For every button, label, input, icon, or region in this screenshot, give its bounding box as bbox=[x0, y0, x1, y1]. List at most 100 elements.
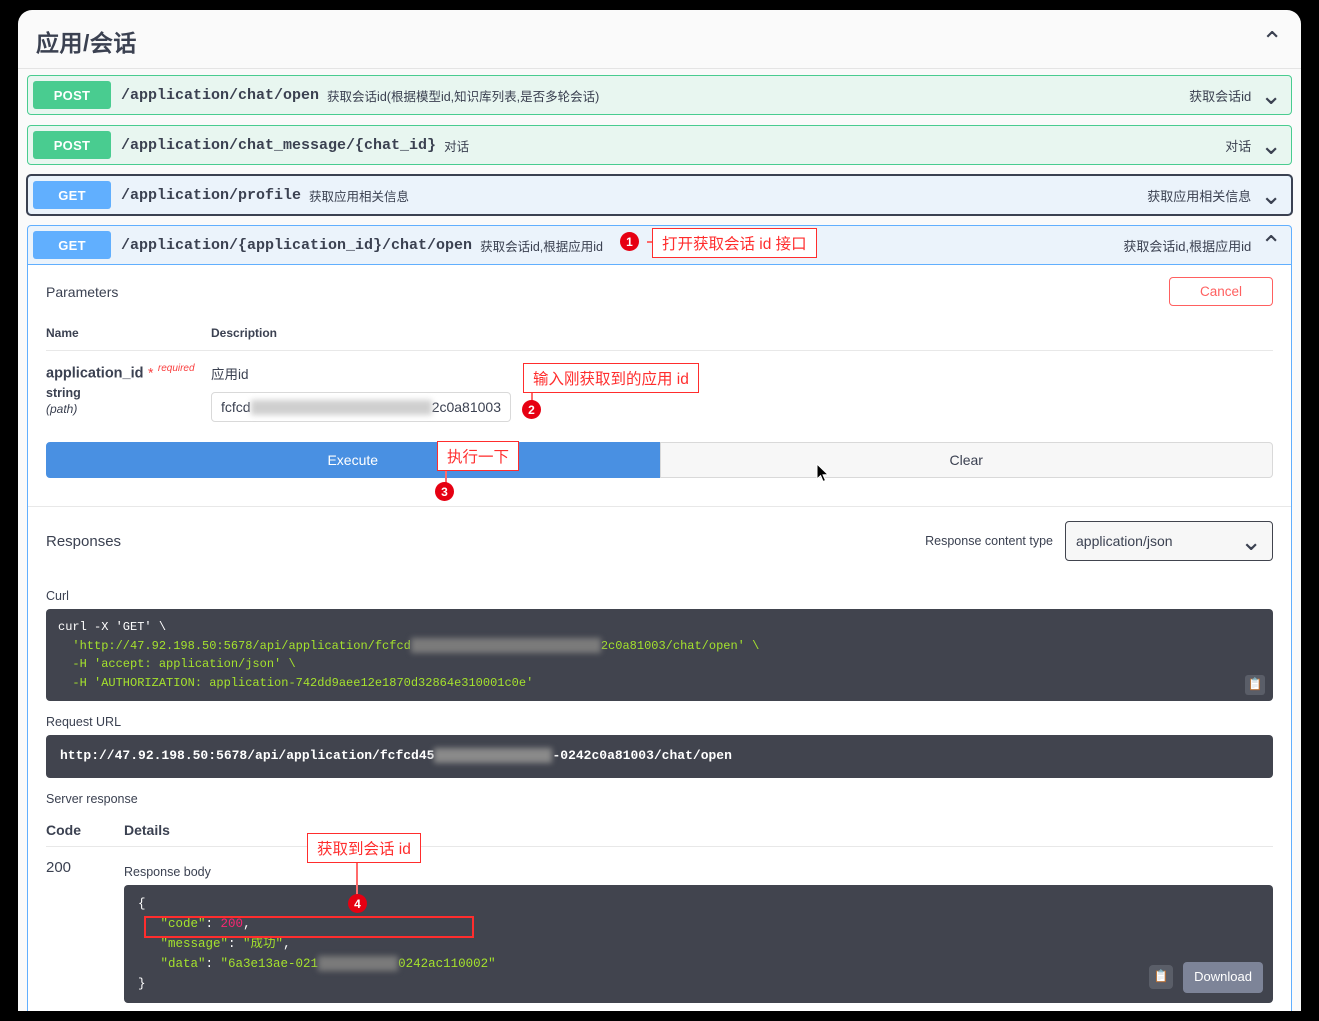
request-url-suffix: -0242c0a81003/chat/open bbox=[552, 748, 731, 763]
json-message-value: "成功" bbox=[243, 937, 283, 951]
parameters-table-header: Name Description bbox=[46, 318, 1273, 351]
swagger-ui-panel: 应用/会话 POST /application/chat/open 获取会话id… bbox=[18, 10, 1301, 1011]
json-open-brace: { bbox=[138, 897, 146, 911]
operation-right-label: 获取会话id bbox=[1189, 86, 1251, 105]
method-badge: POST bbox=[33, 131, 111, 159]
chevron-up-icon[interactable] bbox=[1260, 232, 1282, 258]
operation-path: /application/profile bbox=[121, 187, 301, 204]
operation-right-label: 对话 bbox=[1225, 136, 1251, 155]
operations-list: POST /application/chat/open 获取会话id(根据模型i… bbox=[18, 69, 1301, 1011]
operation-path: /application/{application_id}/chat/open bbox=[121, 237, 472, 254]
annotation-label-3: 执行一下 bbox=[437, 441, 519, 471]
curl-line-1: curl -X 'GET' \ bbox=[58, 620, 166, 634]
column-header-details: Details bbox=[124, 822, 170, 838]
copy-curl-button[interactable]: 📋 bbox=[1245, 675, 1265, 695]
parameter-type: string bbox=[46, 386, 211, 400]
annotation-bullet-1: 1 bbox=[620, 232, 639, 251]
operation-row-post-chat-message[interactable]: POST /application/chat_message/{chat_id}… bbox=[27, 125, 1292, 165]
operation-right-label: 获取应用相关信息 bbox=[1147, 186, 1251, 205]
parameter-description: 应用id bbox=[211, 363, 1273, 383]
page-title: 应用/会话 bbox=[36, 24, 137, 58]
operation-summary: 对话 bbox=[444, 136, 469, 155]
annotation-bullet-4: 4 bbox=[348, 894, 367, 913]
json-data-key: "data" bbox=[161, 957, 206, 971]
parameter-name-cell: application_id * required string (path) bbox=[46, 363, 211, 422]
annotation-highlight-data-line bbox=[144, 916, 474, 938]
annotation-label-4: 获取到会话 id bbox=[307, 833, 421, 863]
json-message-key: "message" bbox=[161, 937, 229, 951]
download-button[interactable]: Download bbox=[1183, 962, 1263, 993]
required-star-icon: * bbox=[148, 364, 153, 380]
chevron-down-icon[interactable] bbox=[1260, 82, 1282, 108]
json-data-value-prefix: "6a3e13ae-021 bbox=[221, 957, 319, 971]
responses-title: Responses bbox=[46, 533, 121, 550]
redacted-region bbox=[434, 748, 552, 763]
response-content-type-group: Response content type application/json bbox=[925, 521, 1273, 561]
copy-response-button[interactable]: 📋 bbox=[1149, 965, 1173, 989]
curl-label: Curl bbox=[46, 589, 1273, 603]
response-status-code: 200 bbox=[46, 859, 124, 1011]
response-content-type-value: application/json bbox=[1076, 533, 1173, 549]
execute-button[interactable]: Execute bbox=[46, 442, 660, 478]
server-response-label: Server response bbox=[46, 792, 1273, 806]
method-badge: GET bbox=[33, 181, 111, 209]
operation-path: /application/chat_message/{chat_id} bbox=[121, 137, 436, 154]
chevron-down-icon bbox=[1240, 528, 1262, 554]
response-code-table-header: Code Details bbox=[28, 812, 1291, 846]
operation-row-get-profile[interactable]: GET /application/profile 获取应用相关信息 获取应用相关… bbox=[27, 175, 1292, 215]
curl-line-3: -H 'accept: application/json' \ bbox=[58, 657, 296, 671]
input-value-prefix: fcfcd bbox=[221, 399, 251, 415]
parameter-name: application_id bbox=[46, 365, 144, 381]
curl-section: Curl curl -X 'GET' \ 'http://47.92.198.5… bbox=[28, 575, 1291, 701]
chevron-down-icon[interactable] bbox=[1260, 182, 1282, 208]
mouse-cursor bbox=[816, 463, 830, 483]
redacted-region bbox=[251, 400, 432, 415]
curl-line-4: -H 'AUTHORIZATION: application-742dd9aee… bbox=[58, 676, 533, 690]
page-scroll-area[interactable]: 应用/会话 POST /application/chat/open 获取会话id… bbox=[18, 10, 1301, 1011]
redacted-region bbox=[318, 956, 398, 971]
parameters-header: Parameters Cancel bbox=[28, 265, 1291, 318]
chevron-down-icon[interactable] bbox=[1260, 132, 1282, 158]
request-url-prefix: http://47.92.198.50:5678/api/application… bbox=[60, 748, 434, 763]
response-content-type-label: Response content type bbox=[925, 534, 1053, 548]
application-id-input[interactable]: fcfcd2c0a81003 bbox=[211, 392, 511, 422]
curl-line-2-prefix: 'http://47.92.198.50:5678/api/applicatio… bbox=[58, 639, 411, 653]
operation-right-label: 获取会话id,根据应用id bbox=[1123, 236, 1251, 255]
response-body-block[interactable]: { "code": 200, "message": "成功", "data": … bbox=[124, 885, 1273, 1003]
clipboard-copy-icon: 📋 bbox=[1248, 679, 1263, 691]
column-header-description: Description bbox=[211, 326, 277, 340]
operation-summary: 获取会话id(根据模型id,知识库列表,是否多轮会话) bbox=[327, 86, 599, 105]
annotation-bullet-3: 3 bbox=[435, 482, 454, 501]
spacer bbox=[28, 478, 1291, 506]
json-data-value-suffix: 0242ac110002" bbox=[398, 957, 496, 971]
parameter-location: (path) bbox=[46, 402, 211, 416]
operation-summary: 获取会话id,根据应用id bbox=[480, 236, 603, 255]
operation-row-post-chat-open[interactable]: POST /application/chat/open 获取会话id(根据模型i… bbox=[27, 75, 1292, 115]
tag-header[interactable]: 应用/会话 bbox=[18, 10, 1301, 69]
response-body-actions: 📋 Download bbox=[1149, 962, 1263, 993]
column-header-code: Code bbox=[46, 822, 124, 838]
annotation-leader-4 bbox=[356, 861, 358, 896]
json-close-brace: } bbox=[138, 977, 146, 991]
response-content-type-select[interactable]: application/json bbox=[1065, 521, 1273, 561]
clear-button[interactable]: Clear bbox=[660, 442, 1274, 478]
curl-code-block[interactable]: curl -X 'GET' \ 'http://47.92.198.50:567… bbox=[46, 609, 1273, 701]
clipboard-copy-icon: 📋 bbox=[1154, 971, 1169, 983]
operation-path: /application/chat/open bbox=[121, 87, 319, 104]
annotation-bullet-2: 2 bbox=[522, 400, 541, 419]
parameters-title: Parameters bbox=[46, 284, 118, 300]
response-body-label: Response body bbox=[124, 865, 1273, 879]
server-response-section: Server response bbox=[28, 778, 1291, 806]
redacted-region bbox=[411, 638, 601, 653]
curl-line-2-suffix: 2c0a81003/chat/open' \ bbox=[601, 639, 759, 653]
chevron-up-icon[interactable] bbox=[1261, 28, 1283, 54]
request-url-block: http://47.92.198.50:5678/api/application… bbox=[46, 735, 1273, 777]
execute-clear-row: Execute Clear bbox=[28, 442, 1291, 478]
cancel-button[interactable]: Cancel bbox=[1169, 277, 1273, 306]
method-badge: GET bbox=[33, 231, 111, 259]
responses-header: Responses Response content type applicat… bbox=[28, 506, 1291, 575]
request-url-label: Request URL bbox=[46, 715, 1273, 729]
annotation-label-1: 打开获取会话 id 接口 bbox=[652, 228, 817, 258]
annotation-label-2: 输入刚获取到的应用 id bbox=[523, 363, 699, 393]
operation-summary: 获取应用相关信息 bbox=[309, 186, 409, 205]
